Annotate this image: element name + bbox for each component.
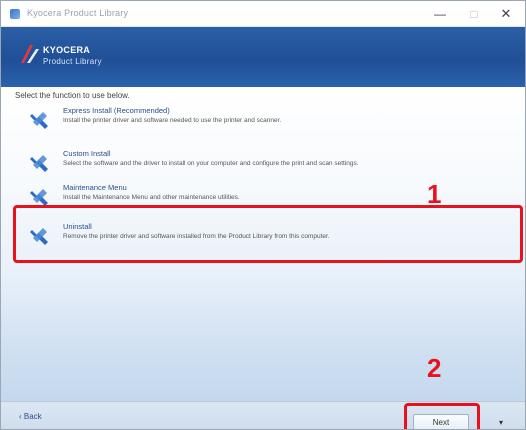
app-icon xyxy=(10,9,20,19)
option-title: Uninstall xyxy=(63,222,92,231)
next-button[interactable]: Next xyxy=(413,414,469,429)
content-area: Select the function to use below. Expres… xyxy=(1,87,525,401)
header-banner: KYOCERA Product Library xyxy=(1,27,525,87)
title-bar: Kyocera Product Library — □ ✕ xyxy=(1,1,525,27)
close-button[interactable]: ✕ xyxy=(491,4,521,24)
callout-number-1: 1 xyxy=(427,179,442,209)
tools-icon xyxy=(30,189,48,206)
option-title: Maintenance Menu xyxy=(63,183,127,192)
instruction-text: Select the function to use below. xyxy=(15,91,130,100)
option-description: Remove the printer driver and software i… xyxy=(63,233,330,240)
product-name: Product Library xyxy=(43,57,102,66)
option-description: Install the printer driver and software … xyxy=(63,117,282,124)
brand-name: KYOCERA xyxy=(43,45,91,55)
back-button[interactable]: ‹ Back xyxy=(13,407,61,427)
option-custom-install[interactable]: Custom Install Select the software and t… xyxy=(19,144,509,180)
brand-logo-icon xyxy=(21,45,39,63)
callout-number-2: 2 xyxy=(427,353,442,383)
option-description: Select the software and the driver to in… xyxy=(63,160,359,167)
tools-icon xyxy=(30,112,48,129)
minimize-button[interactable]: — xyxy=(425,4,455,24)
installer-window: Kyocera Product Library — □ ✕ KYOCERA Pr… xyxy=(0,0,526,430)
maximize-button[interactable]: □ xyxy=(459,4,489,24)
tools-icon xyxy=(30,228,48,245)
tools-icon xyxy=(30,155,48,172)
option-express-install[interactable]: Express Install (Recommended) Install th… xyxy=(19,101,509,137)
footer-bar: ‹ Back Next ▾ xyxy=(1,401,525,429)
option-uninstall[interactable]: Uninstall Remove the printer driver and … xyxy=(19,217,509,253)
window-title: Kyocera Product Library xyxy=(27,8,129,18)
option-description: Install the Maintenance Menu and other m… xyxy=(63,194,240,201)
dropdown-button[interactable]: ▾ xyxy=(487,414,515,429)
option-title: Custom Install xyxy=(63,149,111,158)
option-title: Express Install (Recommended) xyxy=(63,106,170,115)
